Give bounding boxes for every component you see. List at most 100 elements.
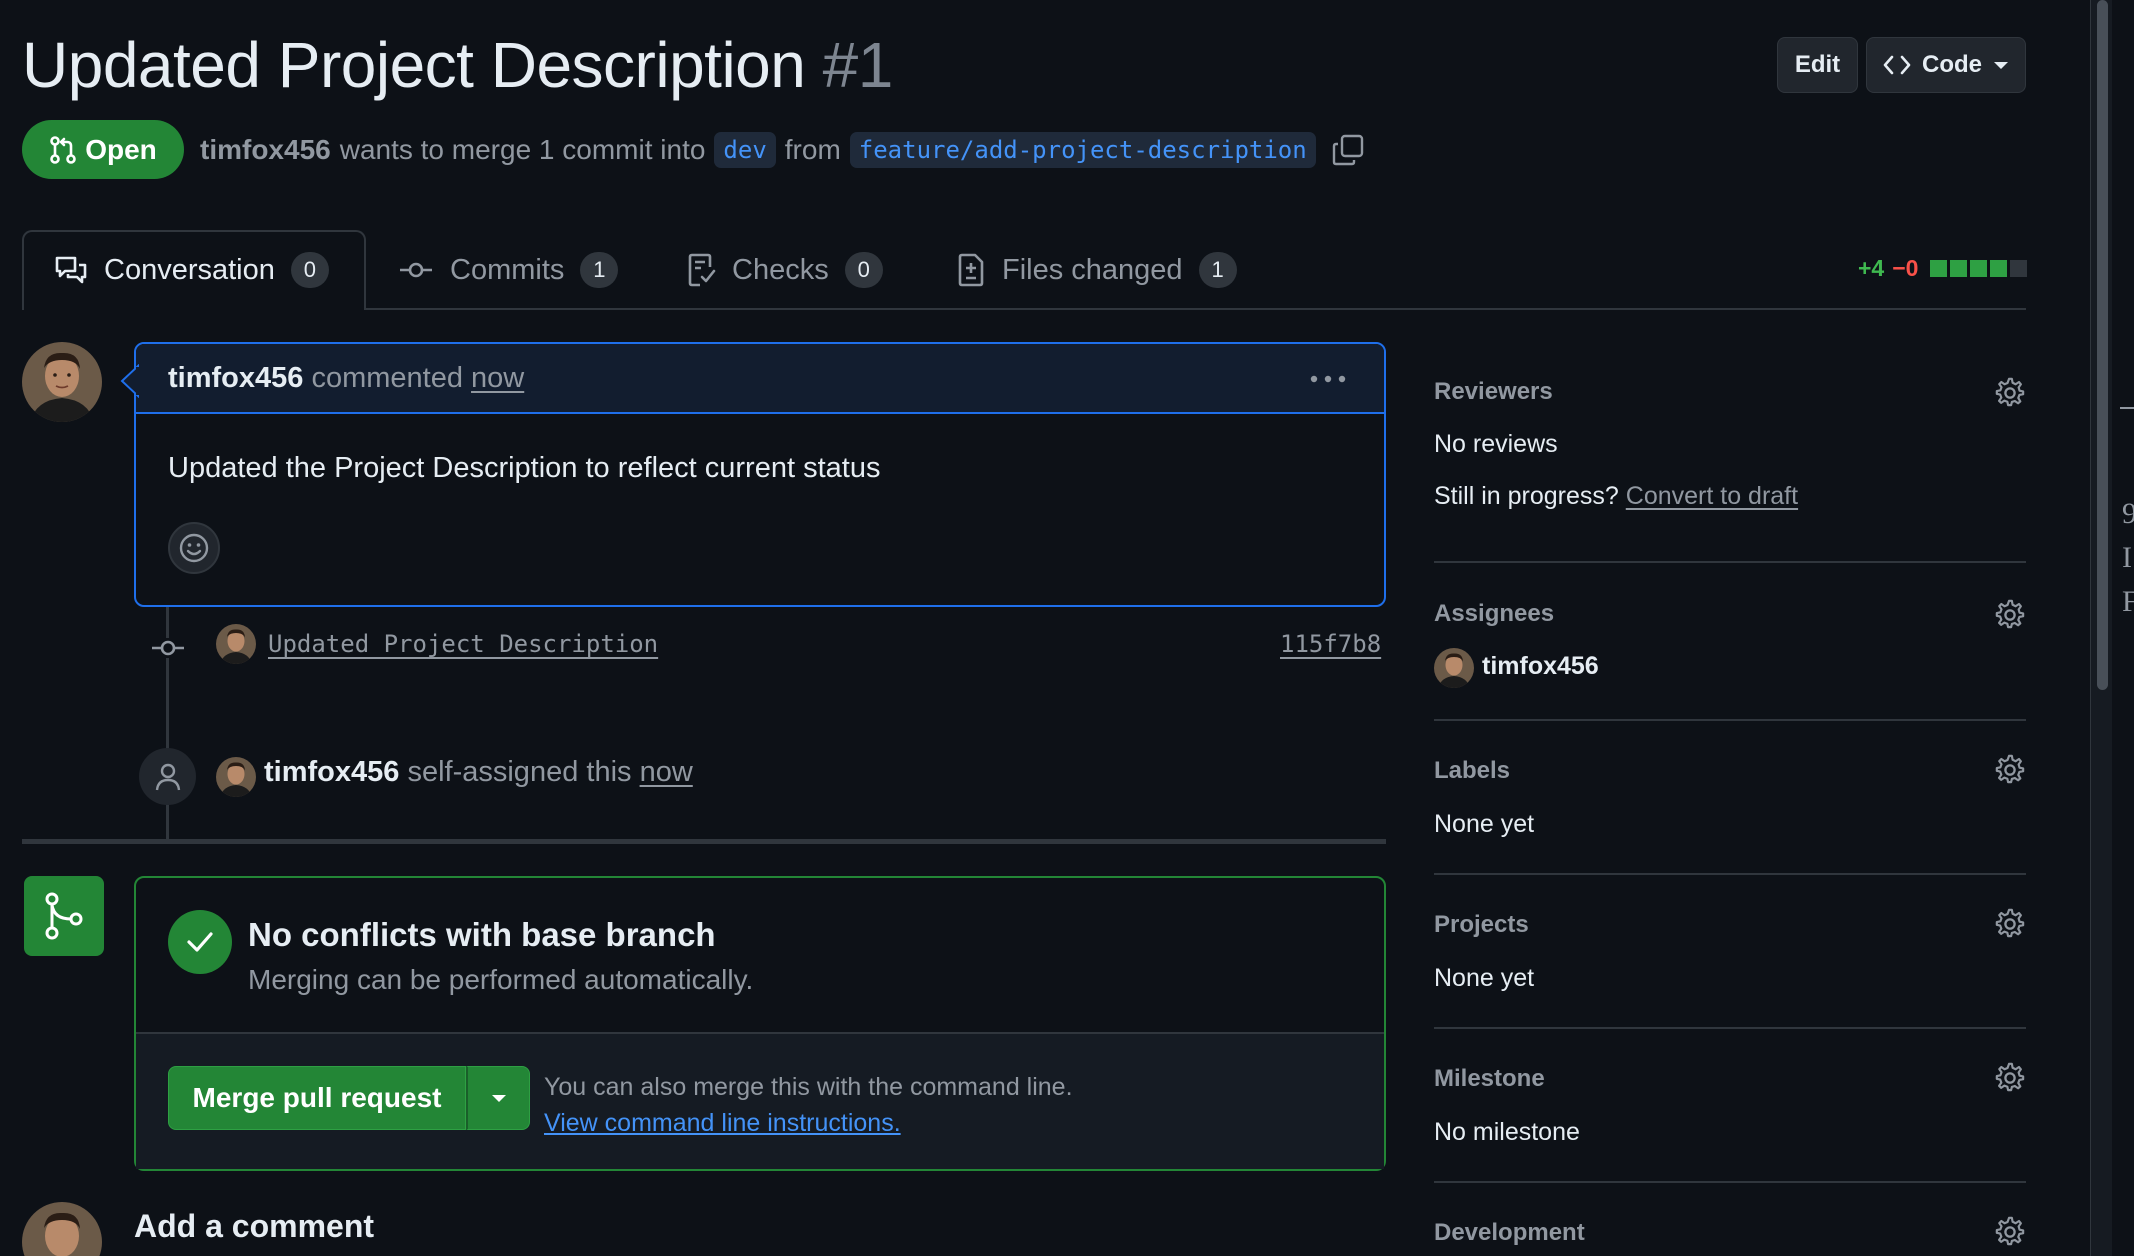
comment-time-link[interactable]: now — [471, 362, 524, 394]
diffstat-block — [1930, 260, 1948, 277]
gear-icon[interactable] — [1994, 1216, 2026, 1248]
page-title: Updated Project Description #1 — [22, 28, 893, 102]
pr-title-text: Updated Project Description — [22, 29, 806, 101]
base-branch[interactable]: dev — [714, 132, 776, 168]
avatar[interactable] — [22, 342, 102, 422]
adjacent-window-text: 9 I F — [2122, 492, 2134, 624]
diffstat: +4 −0 — [1858, 255, 2028, 282]
code-icon — [1882, 53, 1912, 77]
assignee-link[interactable]: timfox456 — [1482, 652, 1599, 681]
sidebar-labels-label[interactable]: Labels — [1434, 757, 1510, 785]
diffstat-block — [1990, 260, 2008, 277]
merge-text: wants to merge 1 commit into — [339, 134, 706, 165]
tab-conversation-label: Conversation — [104, 253, 275, 286]
diffstat-additions: +4 — [1858, 255, 1885, 281]
tab-conversation[interactable]: Conversation 0 — [54, 252, 329, 288]
merge-status-title: No conflicts with base branch — [248, 916, 716, 953]
comment-meta: timfox456 commented now — [168, 362, 524, 395]
event-author-link[interactable]: timfox456 — [264, 756, 399, 788]
sidebar-assignees-label[interactable]: Assignees — [1434, 600, 1554, 628]
adjacent-window-line: 9 — [2122, 497, 2134, 530]
sidebar-reviewers-label[interactable]: Reviewers — [1434, 378, 1553, 406]
commit-author-avatar[interactable] — [216, 624, 256, 664]
diffstat-deletions: −0 — [1892, 255, 1919, 281]
sidebar-projects-label[interactable]: Projects — [1434, 911, 1529, 939]
tab-conversation-count: 0 — [290, 252, 329, 288]
adjacent-window-line: I — [2122, 541, 2132, 574]
commit-sha-link[interactable]: 115f7b8 — [1280, 630, 1381, 658]
gear-icon[interactable] — [1994, 754, 2026, 786]
code-button[interactable]: Code — [1866, 37, 2026, 93]
event-author-avatar[interactable] — [216, 757, 256, 797]
edit-button[interactable]: Edit — [1777, 37, 1858, 93]
check-circle-icon — [168, 910, 232, 974]
sidebar-development-label[interactable]: Development — [1434, 1219, 1585, 1247]
smiley-icon — [178, 532, 210, 564]
timeline-end-divider — [22, 839, 1386, 844]
merge-status-subtitle: Merging can be performed automatically. — [248, 964, 754, 995]
person-icon — [154, 762, 182, 792]
file-diff-icon — [956, 253, 986, 287]
event-time-link[interactable]: now — [640, 756, 693, 788]
git-pull-request-icon — [49, 135, 77, 165]
kebab-horizontal-icon[interactable] — [1308, 366, 1348, 392]
current-user-avatar — [22, 1202, 102, 1256]
head-branch[interactable]: feature/add-project-description — [849, 132, 1316, 168]
sidebar-draft-prefix: Still in progress? — [1434, 482, 1619, 510]
pr-meta: timfox456 wants to merge 1 commit into d… — [200, 132, 1365, 168]
adjacent-window-rule — [2120, 407, 2134, 409]
tab-checks[interactable]: Checks 0 — [686, 252, 883, 288]
gear-icon[interactable] — [1994, 377, 2026, 409]
diffstat-block — [1950, 260, 1968, 277]
tab-files-changed-label: Files changed — [1002, 253, 1183, 286]
tab-files-changed-count: 1 — [1198, 252, 1237, 288]
caret-down-icon — [1992, 59, 2010, 71]
commit-icon — [398, 260, 434, 280]
sidebar-divider — [1434, 1181, 2026, 1183]
tab-commits[interactable]: Commits 1 — [398, 252, 619, 288]
assignee-avatar[interactable] — [1434, 648, 1474, 688]
pr-author-link[interactable]: timfox456 — [200, 134, 331, 166]
event-action: self-assigned this — [407, 756, 632, 788]
pr-number: #1 — [822, 29, 894, 101]
git-merge-badge — [24, 876, 104, 956]
tab-commits-label: Commits — [450, 253, 565, 286]
caret-down-icon — [490, 1092, 508, 1104]
edit-button-label: Edit — [1794, 51, 1841, 78]
commit-icon — [150, 638, 186, 658]
tab-checks-count: 0 — [844, 252, 883, 288]
git-merge-icon — [42, 891, 86, 941]
gear-icon[interactable] — [1994, 1062, 2026, 1094]
comment-discussion-icon — [54, 255, 88, 285]
comment-author-link[interactable]: timfox456 — [168, 362, 303, 394]
tab-commits-count: 1 — [580, 252, 619, 288]
convert-to-draft-link[interactable]: Convert to draft — [1626, 482, 1798, 510]
add-reaction-button[interactable] — [168, 522, 220, 574]
sidebar-milestone-value: No milestone — [1434, 1118, 1580, 1146]
sidebar-reviewers-value: No reviews — [1434, 430, 1558, 458]
checklist-icon — [686, 253, 716, 287]
sidebar-divider — [1434, 1027, 2026, 1029]
sidebar-divider — [1434, 719, 2026, 721]
scrollbar-thumb[interactable] — [2097, 0, 2108, 690]
gear-icon[interactable] — [1994, 599, 2026, 631]
comment-action: commented — [311, 362, 463, 394]
from-text: from — [784, 134, 841, 165]
pr-state-label: Open — [85, 133, 157, 165]
commit-message-link[interactable]: Updated Project Description — [268, 630, 658, 658]
code-button-label: Code — [1922, 51, 1982, 78]
tab-files-changed[interactable]: Files changed 1 — [956, 252, 1237, 288]
diffstat-block — [1970, 260, 1988, 277]
sidebar-divider — [1434, 873, 2026, 875]
add-comment-heading: Add a comment — [134, 1208, 375, 1244]
event-icon — [139, 748, 196, 805]
merge-pull-request-button[interactable]: Merge pull request — [168, 1066, 466, 1130]
merge-method-dropdown[interactable] — [466, 1066, 530, 1130]
sidebar-milestone-label[interactable]: Milestone — [1434, 1065, 1545, 1093]
copy-icon[interactable] — [1331, 133, 1365, 167]
comment-arrow — [120, 364, 140, 398]
tab-checks-label: Checks — [732, 253, 829, 286]
sidebar-draft-row: Still in progress? Convert to draft — [1434, 482, 1798, 511]
gear-icon[interactable] — [1994, 908, 2026, 940]
cli-instructions-link[interactable]: View command line instructions. — [544, 1105, 901, 1141]
